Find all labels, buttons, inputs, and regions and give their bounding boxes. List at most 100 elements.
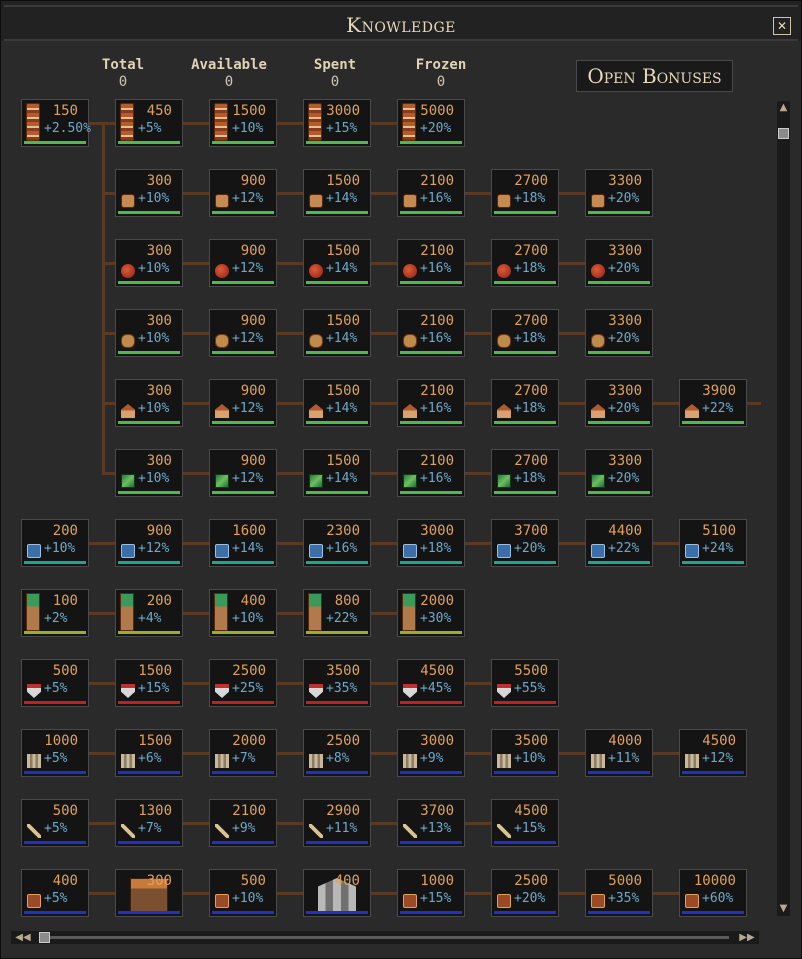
- knowledge-node[interactable]: 2700 +18%: [491, 379, 559, 427]
- knowledge-node[interactable]: 4500 +15%: [491, 799, 559, 847]
- knowledge-node[interactable]: 900 +12%: [209, 449, 277, 497]
- knowledge-node[interactable]: 900 +12%: [209, 379, 277, 427]
- map-icon: [121, 544, 135, 558]
- knowledge-node[interactable]: 500 +10%: [209, 869, 277, 917]
- knowledge-node[interactable]: 2100 +16%: [397, 379, 465, 427]
- knowledge-node[interactable]: 3300 +20%: [585, 169, 653, 217]
- knowledge-node[interactable]: 400 +5%: [21, 869, 89, 917]
- knowledge-node[interactable]: 2500 +25%: [209, 659, 277, 707]
- knowledge-node[interactable]: 10000 +60%: [679, 869, 747, 917]
- knowledge-node[interactable]: 2000 +7%: [209, 729, 277, 777]
- node-cost: 3900: [702, 383, 736, 399]
- knowledge-node[interactable]: 2300 +16%: [303, 519, 371, 567]
- knowledge-node[interactable]: 900 +12%: [115, 519, 183, 567]
- knowledge-node[interactable]: 3000 +18%: [397, 519, 465, 567]
- knowledge-node[interactable]: 300 +10%: [115, 449, 183, 497]
- knowledge-node[interactable]: 2700 +18%: [491, 309, 559, 357]
- knowledge-node[interactable]: 5100 +24%: [679, 519, 747, 567]
- knowledge-node[interactable]: 1000 +5%: [21, 729, 89, 777]
- node-cost: 4500: [420, 663, 454, 679]
- knowledge-node[interactable]: 4000 +11%: [585, 729, 653, 777]
- knowledge-node[interactable]: 1500 +14%: [303, 379, 371, 427]
- scroll-up-icon[interactable]: ▲: [777, 101, 790, 115]
- knowledge-node[interactable]: 3500 +10%: [491, 729, 559, 777]
- scroll-down-icon[interactable]: ▼: [777, 902, 790, 916]
- knowledge-node[interactable]: 2100 +16%: [397, 309, 465, 357]
- knowledge-node[interactable]: 3900 +22%: [679, 379, 747, 427]
- node-bonus: +20%: [608, 401, 640, 416]
- knowledge-node[interactable]: 4500 +12%: [679, 729, 747, 777]
- knowledge-node[interactable]: 1500 +14%: [303, 449, 371, 497]
- knowledge-node[interactable]: 5000 +35%: [585, 869, 653, 917]
- knowledge-node[interactable]: 300: [115, 869, 183, 917]
- open-bonuses-button[interactable]: Open Bonuses: [576, 60, 733, 92]
- scroll-left-icon[interactable]: ◀◀: [11, 931, 35, 944]
- knowledge-node[interactable]: 1500 +14%: [303, 239, 371, 287]
- knowledge-node[interactable]: 3300 +20%: [585, 239, 653, 287]
- knowledge-node[interactable]: 2500 +20%: [491, 869, 559, 917]
- knowledge-node[interactable]: 1500 +14%: [303, 169, 371, 217]
- knowledge-node[interactable]: 900 +12%: [209, 169, 277, 217]
- knowledge-node[interactable]: 100 +2%: [21, 589, 89, 637]
- knowledge-node[interactable]: 5000 +20%: [397, 99, 465, 147]
- knowledge-node[interactable]: 400 +10%: [209, 589, 277, 637]
- knowledge-node[interactable]: 1300 +7%: [115, 799, 183, 847]
- knowledge-node[interactable]: 400: [303, 869, 371, 917]
- knowledge-node[interactable]: 150 +2.50%: [21, 99, 91, 147]
- knowledge-node[interactable]: 3500 +35%: [303, 659, 371, 707]
- knowledge-node[interactable]: 300 +10%: [115, 239, 183, 287]
- knowledge-node[interactable]: 2700 +18%: [491, 449, 559, 497]
- knowledge-node[interactable]: 300 +10%: [115, 379, 183, 427]
- knowledge-node[interactable]: 300 +10%: [115, 169, 183, 217]
- knowledge-node[interactable]: 1500 +14%: [303, 309, 371, 357]
- knowledge-node[interactable]: 3300 +20%: [585, 379, 653, 427]
- knowledge-node[interactable]: 900 +12%: [209, 309, 277, 357]
- knowledge-node[interactable]: 2100 +16%: [397, 239, 465, 287]
- knowledge-node[interactable]: 2100 +9%: [209, 799, 277, 847]
- node-bonus: +14%: [326, 401, 358, 416]
- vertical-scrollbar[interactable]: ▲ ▼: [777, 101, 790, 916]
- knowledge-node[interactable]: 3300 +20%: [585, 449, 653, 497]
- close-icon[interactable]: ✕: [773, 17, 791, 35]
- knowledge-node[interactable]: 1500 +10%: [209, 99, 277, 147]
- knowledge-node[interactable]: 4500 +45%: [397, 659, 465, 707]
- node-bonus: +18%: [420, 541, 452, 556]
- knowledge-node[interactable]: 3000 +15%: [303, 99, 371, 147]
- knowledge-node[interactable]: 800 +22%: [303, 589, 371, 637]
- knowledge-node[interactable]: 900 +12%: [209, 239, 277, 287]
- knowledge-node[interactable]: 3300 +20%: [585, 309, 653, 357]
- node-cost: 400: [52, 873, 78, 889]
- node-cost: 3300: [608, 173, 642, 189]
- horizontal-scroll-thumb[interactable]: [39, 932, 50, 943]
- knowledge-node[interactable]: 1000 +15%: [397, 869, 465, 917]
- node-progress-bar: [494, 491, 556, 494]
- knowledge-node[interactable]: 2100 +16%: [397, 169, 465, 217]
- horizontal-scrollbar[interactable]: ◀◀ ▶▶: [11, 931, 759, 944]
- knowledge-node[interactable]: 1500 +6%: [115, 729, 183, 777]
- knowledge-node[interactable]: 3700 +20%: [491, 519, 559, 567]
- knowledge-node[interactable]: 2100 +16%: [397, 449, 465, 497]
- knowledge-node[interactable]: 500 +5%: [21, 799, 89, 847]
- knowledge-node[interactable]: 200 +4%: [115, 589, 183, 637]
- knowledge-node[interactable]: 300 +10%: [115, 309, 183, 357]
- knowledge-node[interactable]: 1600 +14%: [209, 519, 277, 567]
- knowledge-node[interactable]: 2900 +11%: [303, 799, 371, 847]
- knowledge-node[interactable]: 4400 +22%: [585, 519, 653, 567]
- stat-label: Available: [191, 57, 267, 73]
- knowledge-node[interactable]: 1500 +15%: [115, 659, 183, 707]
- node-bonus: +12%: [138, 541, 170, 556]
- knowledge-node[interactable]: 2500 +8%: [303, 729, 371, 777]
- knowledge-node[interactable]: 450 +5%: [115, 99, 183, 147]
- scroll-right-icon[interactable]: ▶▶: [735, 931, 759, 944]
- knowledge-node[interactable]: 200 +10%: [21, 519, 89, 567]
- horizontal-scroll-track[interactable]: [45, 936, 729, 939]
- knowledge-node[interactable]: 2700 +18%: [491, 169, 559, 217]
- shield-icon: [403, 684, 417, 698]
- knowledge-node[interactable]: 500 +5%: [21, 659, 89, 707]
- knowledge-node[interactable]: 5500 +55%: [491, 659, 559, 707]
- knowledge-node[interactable]: 3700 +13%: [397, 799, 465, 847]
- knowledge-node[interactable]: 2700 +18%: [491, 239, 559, 287]
- knowledge-node[interactable]: 3000 +9%: [397, 729, 465, 777]
- knowledge-node[interactable]: 2000 +30%: [397, 589, 465, 637]
- vertical-scroll-thumb[interactable]: [778, 128, 789, 139]
